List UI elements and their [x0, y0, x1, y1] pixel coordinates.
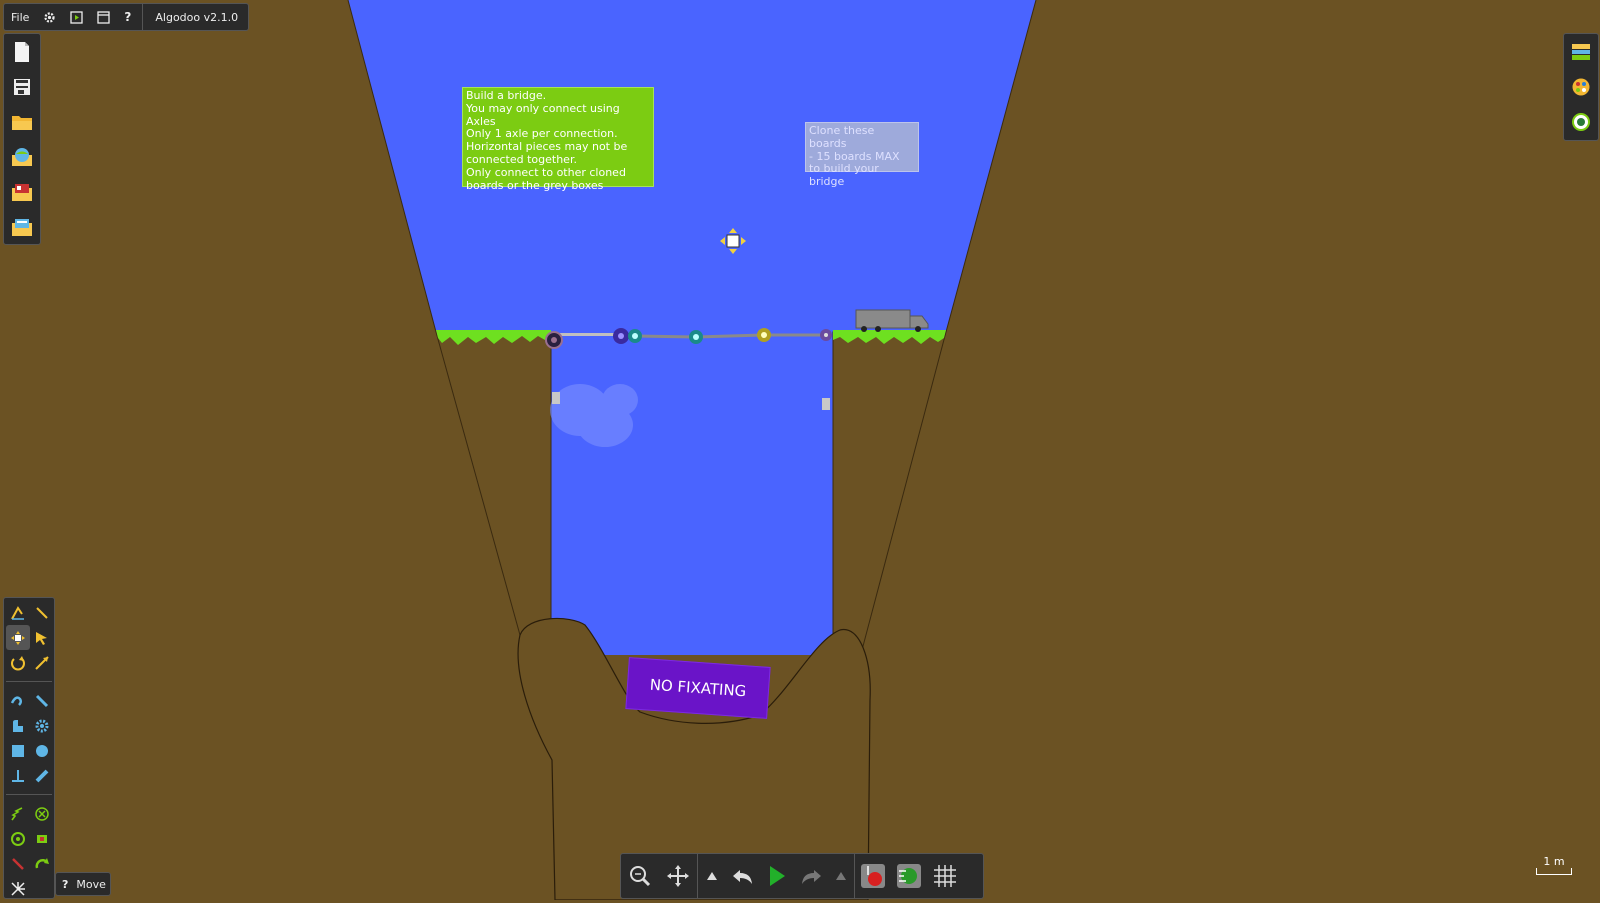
- anchor-box-right[interactable]: [822, 398, 830, 410]
- version-label: Algodoo v2.1.0: [155, 10, 239, 24]
- tracer-tool-icon[interactable]: [6, 851, 30, 876]
- help-symbol: ?: [62, 877, 69, 891]
- sketch-tool-icon[interactable]: [6, 600, 30, 625]
- board-1[interactable]: [555, 333, 620, 336]
- file-panel: [3, 33, 41, 245]
- new-scene-icon[interactable]: [4, 34, 40, 69]
- spring-tool-icon[interactable]: [6, 801, 30, 826]
- right-cliff: [832, 331, 947, 651]
- axle-2[interactable]: [613, 328, 629, 344]
- axle-6[interactable]: [820, 329, 832, 341]
- thruster-tool-icon[interactable]: [6, 826, 30, 851]
- tool-panel: [3, 597, 55, 899]
- tool-separator: [6, 681, 52, 682]
- scale-tool-icon[interactable]: [30, 650, 54, 675]
- undo-icon[interactable]: [726, 854, 760, 898]
- board-3[interactable]: [695, 333, 765, 339]
- fixate-tool-icon[interactable]: [6, 763, 30, 788]
- palette-icon[interactable]: [1564, 69, 1598, 104]
- left-cliff: [435, 331, 552, 641]
- tool-separator: [6, 794, 52, 795]
- background-icon[interactable]: [1564, 34, 1598, 69]
- move-tool-icon[interactable]: [6, 625, 30, 650]
- pattern-tool-icon[interactable]: [6, 876, 30, 901]
- zoom-icon[interactable]: [621, 854, 659, 898]
- axle-4[interactable]: [689, 330, 703, 344]
- gear-icon[interactable]: [36, 4, 63, 30]
- window-icon[interactable]: [90, 4, 117, 30]
- axle-tool-icon[interactable]: [30, 801, 54, 826]
- gear-tool-icon[interactable]: [30, 713, 54, 738]
- simulation-toolbar: [620, 853, 984, 899]
- current-tool-indicator[interactable]: ? Move: [55, 872, 111, 896]
- open-scene-icon[interactable]: [4, 174, 40, 209]
- scale-bar: [1536, 868, 1572, 875]
- help-icon[interactable]: ?: [117, 4, 138, 30]
- top-toolbar: File ? Algodoo v2.1.0: [3, 3, 249, 31]
- air-friction-icon[interactable]: [891, 854, 927, 898]
- scene-canvas[interactable]: [0, 0, 1600, 900]
- rotate-tool-icon[interactable]: [6, 650, 30, 675]
- brush-tool-icon[interactable]: [30, 851, 54, 876]
- open-folder-icon[interactable]: [4, 104, 40, 139]
- file-menu[interactable]: File: [4, 4, 36, 30]
- play-window-icon[interactable]: [63, 4, 90, 30]
- options-icon[interactable]: [1564, 104, 1598, 139]
- circle-tool-icon[interactable]: [30, 738, 54, 763]
- hinge-tool-icon[interactable]: [30, 763, 54, 788]
- sky-region: [348, 0, 1036, 332]
- scale-label: 1 m: [1543, 855, 1565, 868]
- gorge-sky: [551, 330, 833, 655]
- no-fixating-sign[interactable]: NO FIXATING: [625, 657, 771, 719]
- speed-down-icon[interactable]: [828, 854, 854, 898]
- gravity-icon[interactable]: [855, 854, 891, 898]
- speed-up-icon[interactable]: [698, 854, 726, 898]
- plane-tool-icon[interactable]: [6, 713, 30, 738]
- board-2[interactable]: [634, 334, 697, 339]
- chain-tool-icon[interactable]: [6, 688, 30, 713]
- axle-1[interactable]: [545, 331, 563, 349]
- right-panel: [1563, 33, 1599, 141]
- rules-note[interactable]: Build a bridge. You may only connect usi…: [462, 87, 654, 191]
- current-tool-label: Move: [76, 877, 106, 891]
- clone-note[interactable]: Clone these boards - 15 boards MAX to bu…: [805, 122, 919, 188]
- play-icon[interactable]: [760, 854, 794, 898]
- axle-3[interactable]: [628, 329, 642, 343]
- save-icon[interactable]: [4, 69, 40, 104]
- drag-tool-icon[interactable]: [30, 625, 54, 650]
- cut-tool-icon[interactable]: [30, 600, 54, 625]
- pan-icon[interactable]: [659, 854, 697, 898]
- sign-text: NO FIXATING: [649, 675, 747, 701]
- browse-online-icon[interactable]: [4, 139, 40, 174]
- anchor-box-left[interactable]: [552, 392, 560, 404]
- box-tool-icon[interactable]: [6, 738, 30, 763]
- scale-indicator: 1 m: [1534, 855, 1574, 877]
- axle-5[interactable]: [757, 328, 771, 342]
- open-recent-icon[interactable]: [4, 209, 40, 244]
- laser-tool-icon[interactable]: [30, 826, 54, 851]
- redo-icon[interactable]: [794, 854, 828, 898]
- knife-tool-icon[interactable]: [30, 688, 54, 713]
- grid-icon[interactable]: [927, 854, 963, 898]
